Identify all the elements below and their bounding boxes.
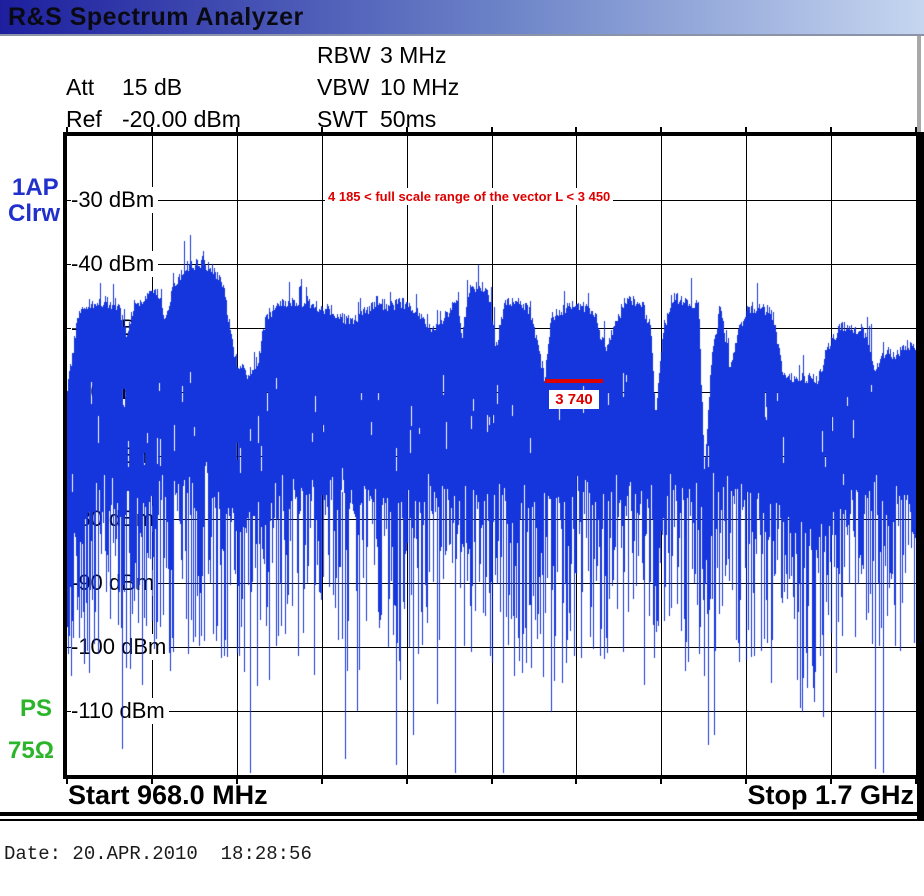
frequency-tick [660,127,662,132]
right-edge-gray-strip [917,36,921,132]
swt-value: 50ms [380,106,436,132]
spectrum-trace [67,136,916,775]
full-scale-range-annotation: 4 185 < full scale range of the vector L… [325,188,613,205]
frequency-tick [575,127,577,132]
ref-label: Ref [66,106,122,133]
frequency-tick [406,127,408,132]
start-frequency-label: Start 968.0 MHz [68,781,268,809]
swt-label: SWT [317,106,380,133]
swt-readout: SWT50ms [317,106,436,133]
frequency-tick [151,127,153,132]
frequency-tick [236,127,238,132]
marker-line [545,379,603,383]
frequency-tick [491,127,493,132]
frequency-tick [830,127,832,132]
ref-value: -20.00 dBm [122,106,241,132]
window-title: R&S Spectrum Analyzer [8,3,304,31]
preselector-label: PS [20,695,52,723]
detector-label: 1AP [12,174,59,202]
rbw-value: 3 MHz [380,42,446,68]
ref-readout: Ref-20.00 dBm [66,106,241,133]
stop-frequency-label: Stop 1.7 GHz [747,781,914,809]
att-label: Att [66,74,122,101]
right-edge-black-strip [917,132,924,820]
rbw-readout: RBW3 MHz [317,42,446,69]
frequency-tick [745,127,747,132]
title-bar-divider [0,34,924,36]
frequency-tick [66,127,68,132]
spectrum-analyzer-screen: R&S Spectrum Analyzer RBW3 MHz Att15 dB … [0,0,924,896]
graticule: 4 185 < full scale range of the vector L… [63,132,920,779]
att-readout: Att15 dB [66,74,182,101]
trace-mode-label: Clrw [8,200,60,228]
frequency-tick [321,127,323,132]
marker-label: 3 740 [549,390,599,409]
impedance-label: 75Ω [8,737,54,765]
vbw-readout: VBW10 MHz [317,74,459,101]
footer-rule-thin [0,819,924,821]
rbw-label: RBW [317,42,380,69]
frequency-axis-row: Start 968.0 MHz Stop 1.7 GHz [0,781,924,811]
vbw-value: 10 MHz [380,74,459,100]
date-stamp: Date: 20.APR.2010 18:28:56 [4,843,312,865]
footer-rule-thick [0,812,924,816]
vbw-label: VBW [317,74,380,101]
att-value: 15 dB [122,74,182,100]
title-bar: R&S Spectrum Analyzer [0,0,924,34]
